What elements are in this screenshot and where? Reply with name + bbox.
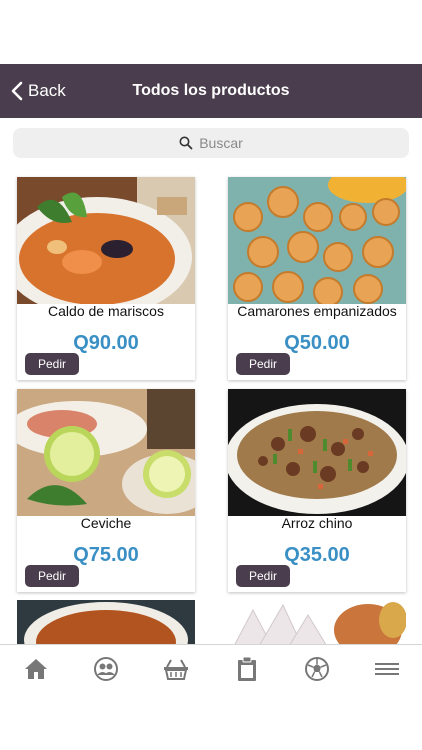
search-placeholder: Buscar (199, 135, 243, 151)
product-name: Camarones empanizados (237, 303, 397, 319)
product-card[interactable]: Caldo de mariscos Q90.00 Pedir (17, 177, 195, 380)
product-image-ceviche (17, 389, 195, 516)
tab-bar (0, 644, 422, 750)
product-image-arroz (228, 389, 406, 516)
users-icon (94, 657, 118, 681)
product-image-caldo (17, 177, 195, 304)
product-price: Q75.00 (73, 544, 139, 566)
product-name: Caldo de mariscos (48, 303, 164, 319)
product-price: Q90.00 (73, 332, 139, 354)
tab-sports[interactable] (302, 655, 332, 683)
tab-basket[interactable] (161, 655, 191, 683)
order-button[interactable]: Pedir (25, 353, 79, 375)
product-card[interactable]: Arroz chino Q35.00 Pedir (228, 389, 406, 592)
tab-menu[interactable] (372, 655, 402, 683)
search-input[interactable]: Buscar (13, 128, 409, 158)
product-image-soup (17, 600, 195, 648)
product-name: Ceviche (80, 515, 132, 531)
order-button[interactable]: Pedir (236, 353, 290, 375)
product-image-camarones (228, 177, 406, 304)
menu-icon (375, 663, 399, 675)
basket-icon (164, 659, 188, 680)
search-icon (179, 136, 193, 150)
product-price: Q35.00 (284, 544, 350, 566)
product-card[interactable]: Camarones empanizados Q50.00 Pedir (228, 177, 406, 380)
home-icon (25, 659, 47, 679)
order-button[interactable]: Pedir (25, 565, 79, 587)
product-card[interactable]: Ceviche Q75.00 Pedir (17, 389, 195, 592)
status-bar-area (0, 0, 422, 64)
product-card-partial[interactable] (228, 600, 406, 648)
tab-home[interactable] (21, 655, 51, 683)
navigation-bar: Back Todos los productos (0, 64, 422, 118)
tab-users[interactable] (91, 655, 121, 683)
soccer-ball-icon (305, 657, 329, 681)
page-title: Todos los productos (132, 82, 290, 99)
product-card-partial[interactable] (17, 600, 195, 648)
product-price: Q50.00 (284, 332, 350, 354)
product-name: Arroz chino (281, 515, 353, 531)
clipboard-icon (238, 656, 256, 681)
order-button[interactable]: Pedir (236, 565, 290, 587)
tab-orders[interactable] (232, 655, 262, 683)
product-image-onion (228, 600, 406, 648)
